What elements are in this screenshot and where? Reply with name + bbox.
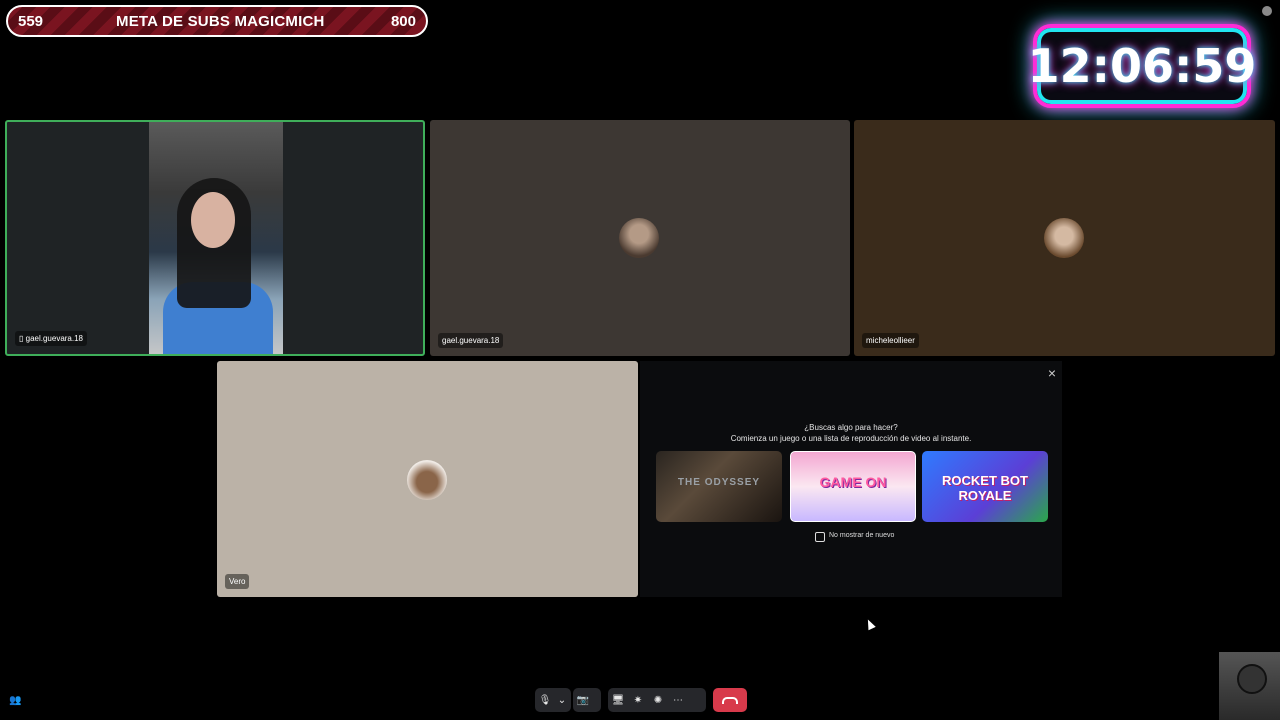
- call-actions-group: 🖥 ✷ ✺ ⋯: [608, 688, 706, 712]
- mic-button-group: 🎙 ⌄: [535, 688, 571, 712]
- participant-name: gael.guevara.18: [25, 334, 84, 343]
- microphone-icon[interactable]: 🎙: [535, 690, 555, 710]
- chat-bubble-icon[interactable]: [1262, 6, 1272, 16]
- invite-people-icon[interactable]: 👥: [9, 695, 21, 706]
- activities-icon[interactable]: ✷: [628, 690, 648, 710]
- stream-clock: 12:06:59: [1028, 24, 1256, 108]
- activity-card-rocket-bot-royale[interactable]: ROCKET BOT ROYALE: [922, 451, 1048, 522]
- participant-tile[interactable]: Vero: [217, 361, 638, 597]
- soundboard-icon[interactable]: ✺: [648, 690, 668, 710]
- avatar: [619, 218, 659, 258]
- close-icon[interactable]: ×: [1048, 365, 1056, 381]
- camera-person-face: [191, 192, 235, 248]
- participant-name: gael.guevara.18: [438, 333, 504, 348]
- sub-goal-target: 800: [390, 13, 416, 30]
- participant-tile[interactable]: micheleollieer: [854, 120, 1275, 356]
- activity-card-the-odyssey[interactable]: THE ODYSSEY: [656, 451, 782, 522]
- mouse-cursor-icon: [864, 617, 876, 631]
- activity-question: ¿Buscas algo para hacer?: [804, 423, 898, 432]
- streamer-webcam-pip: [1219, 652, 1280, 720]
- activity-subtitle: Comienza un juego o una lista de reprodu…: [730, 434, 972, 443]
- sub-goal-bar: 559 META DE SUBS MAGICMICH 800: [6, 5, 428, 37]
- participant-tile[interactable]: gael.guevara.18: [430, 120, 850, 356]
- more-options-icon[interactable]: ⋯: [668, 690, 688, 710]
- activity-card-label: ROCKET BOT ROYALE: [942, 473, 1028, 503]
- participant-tile-video[interactable]: ▯ gael.guevara.18: [5, 120, 425, 356]
- clock-time: 12:06:59: [1027, 39, 1257, 93]
- hang-up-icon: [722, 696, 738, 704]
- activity-card-label: GAME ON: [819, 474, 887, 490]
- sub-current: 559: [18, 13, 44, 30]
- camera-off-icon[interactable]: 📷: [573, 690, 593, 710]
- participant-name: micheleollieer: [862, 333, 919, 348]
- activity-suggestion-panel: × ¿Buscas algo para hacer? Comienza un j…: [640, 361, 1062, 597]
- mic-dropdown-chevron-icon[interactable]: ⌄: [555, 690, 569, 710]
- camera-feed: [149, 122, 283, 354]
- dont-show-again-checkbox[interactable]: [815, 532, 825, 542]
- activity-card-game-on[interactable]: GAME ON: [790, 451, 916, 522]
- leave-call-button[interactable]: [713, 688, 747, 712]
- camera-button-group: 📷: [573, 688, 601, 712]
- call-toolbar: 🎙 ⌄ 📷 🖥 ✷ ✺ ⋯: [535, 688, 747, 712]
- streamer-silhouette: [1237, 664, 1267, 694]
- avatar: [1044, 218, 1084, 258]
- avatar: [407, 460, 447, 500]
- dont-show-again-label: No mostrar de nuevo: [829, 532, 895, 539]
- participant-name-tag: ▯ gael.guevara.18: [15, 331, 88, 346]
- activity-card-label: THE ODYSSEY: [677, 477, 761, 488]
- screen-share-icon[interactable]: 🖥: [608, 690, 628, 710]
- sub-goal-title: META DE SUBS MAGICMICH: [116, 13, 325, 30]
- participant-name: Vero: [225, 574, 250, 589]
